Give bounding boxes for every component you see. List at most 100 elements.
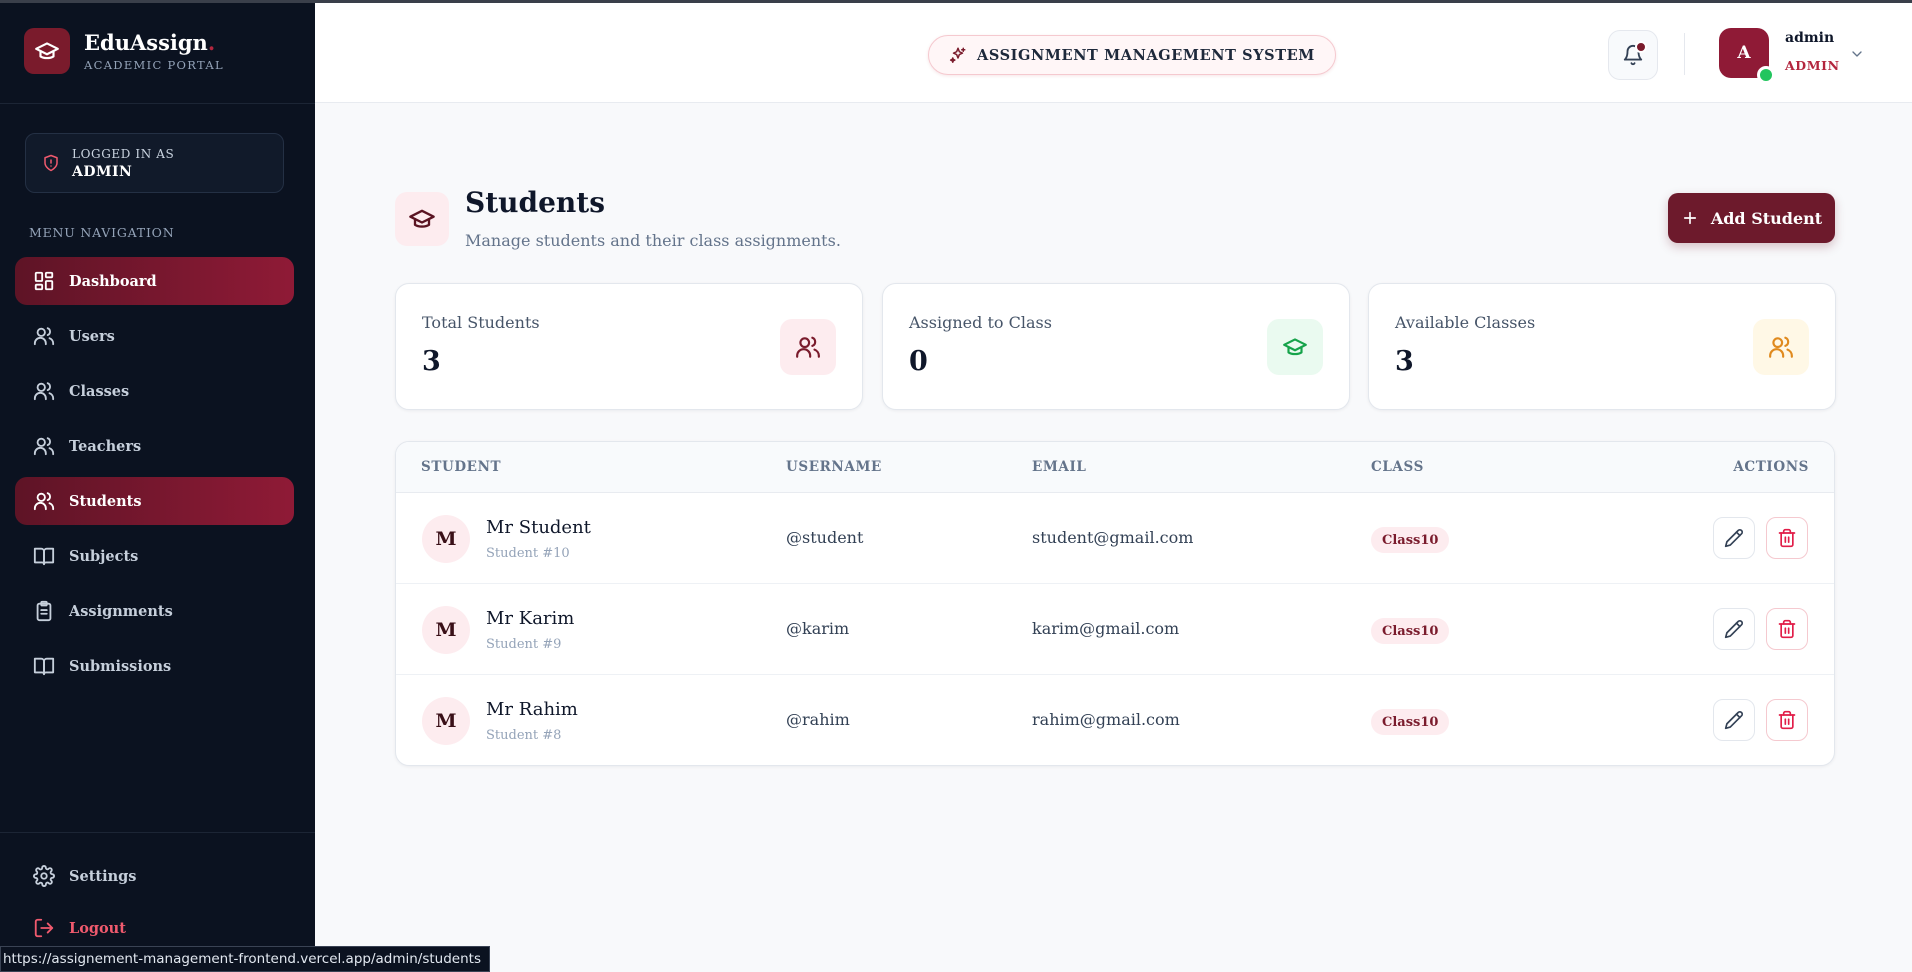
graduation-cap-icon (409, 209, 435, 228)
sidebar-item-label: Users (69, 327, 115, 345)
header-divider (1684, 33, 1685, 75)
logout-icon (34, 918, 54, 938)
settings-label: Settings (69, 867, 137, 885)
class-badge: Class10 (1371, 709, 1450, 735)
student-id: Student #8 (486, 728, 562, 743)
page-icon (395, 192, 449, 246)
page-subtitle: Manage students and their class assignme… (465, 231, 841, 250)
sidebar-item-label: Teachers (69, 437, 142, 455)
sidebar-item-label: Classes (69, 382, 130, 400)
student-email: student@gmail.com (1032, 528, 1194, 547)
student-name: Mr Karim (486, 608, 575, 629)
sidebar-bottom-nav: Settings Logout (15, 852, 294, 956)
users-icon (33, 327, 55, 346)
student-email: karim@gmail.com (1032, 619, 1180, 638)
logged-in-role: ADMIN (72, 163, 133, 180)
column-header-student: STUDENT (421, 459, 502, 475)
student-avatar: M (422, 697, 470, 745)
stat-label: Total Students (422, 313, 540, 332)
pencil-icon (1724, 711, 1743, 730)
graduation-cap-icon (24, 28, 70, 74)
settings-button[interactable]: Settings (15, 852, 294, 900)
stat-card-assigned-to-class: Assigned to Class 0 (882, 283, 1350, 410)
sparkles-icon (949, 47, 966, 63)
plus-icon (1683, 211, 1696, 225)
student-username: @rahim (786, 710, 850, 729)
stat-label: Assigned to Class (909, 313, 1052, 332)
stat-value: 0 (909, 346, 928, 377)
trash-icon (1778, 710, 1796, 730)
sidebar-item-teachers[interactable]: Teachers (15, 422, 294, 470)
sidebar-item-dashboard[interactable]: Dashboard (15, 257, 294, 305)
online-status-dot (1757, 66, 1775, 84)
stat-card-available-classes: Available Classes 3 (1368, 283, 1836, 410)
user-avatar[interactable]: A (1719, 28, 1775, 84)
users-icon (33, 437, 55, 456)
dashboard-icon (34, 271, 54, 291)
trash-icon (1778, 619, 1796, 639)
users-icon (780, 319, 836, 375)
trash-icon (1778, 528, 1796, 548)
notifications-button[interactable] (1608, 30, 1658, 80)
book-icon (33, 547, 55, 566)
edit-button[interactable] (1713, 699, 1755, 741)
link-status-bar: https://assignement-management-frontend.… (0, 946, 490, 972)
users-icon (1753, 319, 1809, 375)
top-header: ASSIGNMENT MANAGEMENT SYSTEM A admin ADM… (315, 3, 1912, 103)
sidebar-divider (0, 103, 315, 104)
sidebar-item-subjects[interactable]: Subjects (15, 532, 294, 580)
class-badge: Class10 (1371, 618, 1450, 644)
sidebar-item-label: Dashboard (69, 272, 157, 290)
user-name: admin (1785, 30, 1835, 46)
table-row: M Mr Student Student #10 @student studen… (396, 493, 1834, 584)
brand-name: EduAssign. (84, 30, 216, 55)
sidebar-item-students[interactable]: Students (15, 477, 294, 525)
column-header-actions: ACTIONS (1733, 459, 1809, 475)
delete-button[interactable] (1766, 699, 1808, 741)
sidebar-item-label: Assignments (69, 602, 173, 620)
system-title: ASSIGNMENT MANAGEMENT SYSTEM (977, 46, 1315, 64)
student-avatar: M (422, 515, 470, 563)
student-avatar: M (422, 606, 470, 654)
sidebar-item-classes[interactable]: Classes (15, 367, 294, 415)
table-row: M Mr Karim Student #9 @karim karim@gmail… (396, 584, 1834, 675)
sidebar-item-assignments[interactable]: Assignments (15, 587, 294, 635)
delete-button[interactable] (1766, 517, 1808, 559)
column-header-username: USERNAME (786, 459, 882, 475)
chevron-down-icon[interactable] (1849, 46, 1865, 62)
sidebar-item-users[interactable]: Users (15, 312, 294, 360)
table-row: M Mr Rahim Student #8 @rahim rahim@gmail… (396, 675, 1834, 765)
stat-card-total-students: Total Students 3 (395, 283, 863, 410)
add-student-label: Add Student (1710, 208, 1823, 228)
delete-button[interactable] (1766, 608, 1808, 650)
notification-dot (1635, 41, 1647, 53)
edit-button[interactable] (1713, 608, 1755, 650)
edit-button[interactable] (1713, 517, 1755, 559)
user-role: ADMIN (1785, 58, 1840, 73)
stat-value: 3 (1395, 346, 1414, 377)
column-header-email: EMAIL (1032, 459, 1087, 475)
column-header-class: CLASS (1371, 459, 1424, 475)
menu-heading: MENU NAVIGATION (29, 225, 175, 240)
student-id: Student #9 (486, 637, 562, 652)
student-username: @student (786, 528, 864, 547)
avatar-initial: A (1737, 43, 1751, 63)
users-icon (33, 492, 55, 511)
logout-label: Logout (69, 919, 126, 937)
shield-icon (44, 154, 58, 172)
book-icon (33, 657, 55, 676)
logout-button[interactable]: Logout (15, 904, 294, 952)
sidebar-item-submissions[interactable]: Submissions (15, 642, 294, 690)
class-badge: Class10 (1371, 527, 1450, 553)
sidebar-item-label: Students (69, 492, 142, 510)
brand[interactable]: EduAssign. ACADEMIC PORTAL (24, 28, 224, 74)
student-email: rahim@gmail.com (1032, 710, 1180, 729)
stat-value: 3 (422, 346, 441, 377)
top-border (0, 0, 1912, 3)
clipboard-icon (36, 600, 52, 622)
sidebar-item-label: Subjects (69, 547, 139, 565)
sidebar: EduAssign. ACADEMIC PORTAL LOGGED IN AS … (0, 0, 315, 972)
system-title-badge: ASSIGNMENT MANAGEMENT SYSTEM (928, 35, 1336, 75)
student-name: Mr Rahim (486, 699, 578, 720)
add-student-button[interactable]: Add Student (1668, 193, 1835, 243)
